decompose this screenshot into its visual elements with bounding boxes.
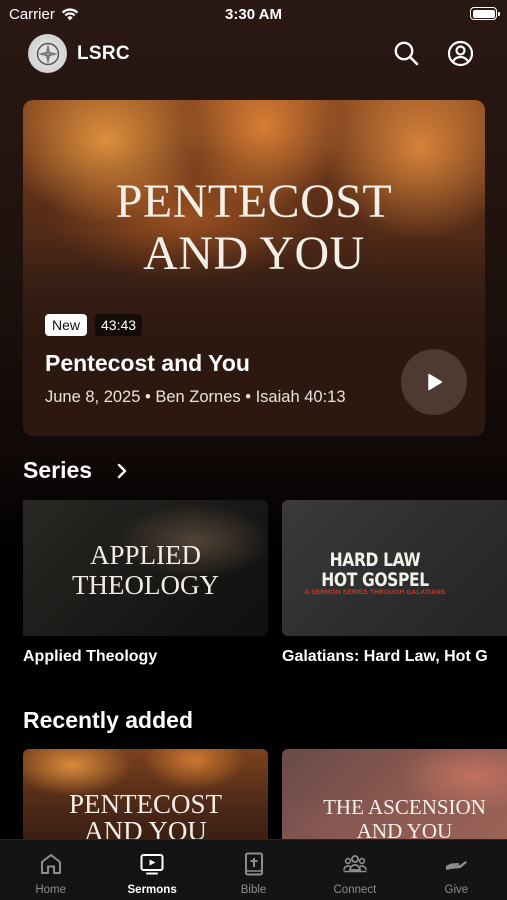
chevron-right-icon[interactable]: [113, 461, 131, 481]
series-artwork-applied-theology: APPLIED THEOLOGY: [23, 540, 268, 600]
tab-label: Give: [444, 884, 469, 896]
tab-label: Bible: [240, 884, 267, 896]
play-button[interactable]: [401, 349, 467, 415]
tab-home[interactable]: Home: [0, 840, 101, 900]
tv-icon: [140, 854, 164, 875]
series-card-galatians[interactable]: HARD LAW HOT GOSPEL A SERMON SERIES THRO…: [282, 500, 507, 636]
series-artwork-subtitle: A SERMON SERIES THROUGH GALATIANS: [304, 589, 446, 596]
app-header: LSRC: [0, 32, 507, 76]
home-icon: [40, 854, 61, 874]
hero-artwork-line1: PENTECOST: [115, 175, 393, 228]
recent-artwork-ascension: THE ASCENSION AND YOU: [282, 795, 507, 843]
tab-connect[interactable]: Connect: [304, 840, 405, 900]
tab-label: Home: [35, 884, 67, 896]
give-icon: [446, 861, 467, 870]
artwork-line1: APPLIED: [89, 540, 201, 570]
series-caption-applied-theology[interactable]: Applied Theology: [23, 648, 157, 666]
tab-bar: Home Sermons Bible Connect Give: [0, 839, 507, 900]
series-section-title[interactable]: Series: [23, 457, 92, 484]
series-artwork-galatians: HARD LAW HOT GOSPEL: [299, 550, 452, 590]
search-icon[interactable]: [392, 39, 420, 67]
tab-bible[interactable]: Bible: [203, 840, 304, 900]
play-icon: [428, 373, 443, 391]
artwork-line2: HOT GOSPEL: [321, 569, 429, 591]
battery-icon: [470, 7, 500, 20]
tab-label: Sermons: [127, 884, 177, 896]
artwork-line1: HARD LAW: [329, 549, 421, 571]
tab-label: Connect: [333, 884, 377, 896]
hero-badges: New 43:43: [45, 314, 143, 336]
status-bar: Carrier 3:30 AM: [0, 0, 507, 28]
artwork-line2: THEOLOGY: [72, 570, 219, 600]
tab-give[interactable]: Give: [406, 840, 507, 900]
recently-added-section-title: Recently added: [23, 707, 193, 733]
hero-artwork-line2: AND YOU: [143, 227, 365, 280]
account-icon[interactable]: [446, 39, 474, 67]
featured-sermon-card[interactable]: PENTECOST AND YOU New 43:43 Pentecost an…: [23, 100, 485, 436]
recent-artwork-pentecost: PENTECOST AND YOU: [23, 791, 268, 845]
status-time: 3:30 AM: [225, 6, 282, 23]
artwork-line1: PENTECOST: [68, 789, 222, 819]
artwork-line1: THE ASCENSION: [323, 795, 486, 819]
duration-badge: 43:43: [95, 314, 143, 336]
hero-sermon-meta: June 8, 2025 • Ben Zornes • Isaiah 40:13: [45, 388, 346, 406]
people-icon: [343, 855, 367, 873]
hero-artwork-title: PENTECOST AND YOU: [23, 176, 485, 280]
hero-sermon-title: Pentecost and You: [45, 350, 250, 376]
series-card-applied-theology[interactable]: APPLIED THEOLOGY: [23, 500, 268, 636]
tab-sermons[interactable]: Sermons: [101, 840, 202, 900]
new-badge: New: [45, 314, 88, 336]
bible-icon: [244, 852, 263, 876]
app-name: LSRC: [77, 43, 130, 64]
logo-icon[interactable]: [28, 34, 67, 73]
series-caption-galatians[interactable]: Galatians: Hard Law, Hot G: [282, 648, 507, 666]
